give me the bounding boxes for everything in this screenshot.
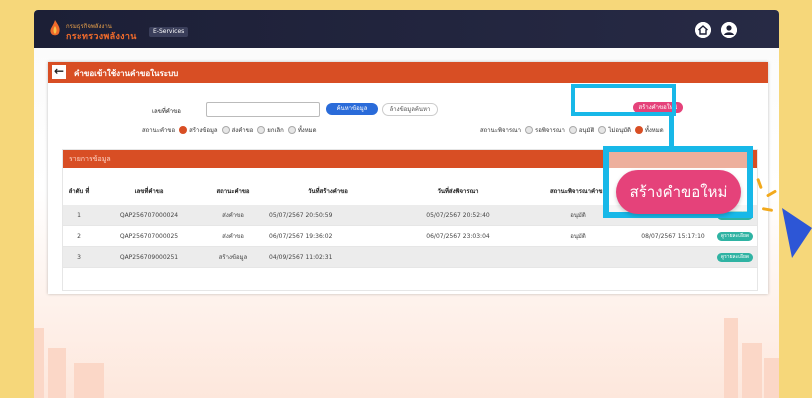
review-option-approved[interactable]: อนุมัติ <box>568 125 595 135</box>
eservices-badge: E-Services <box>149 27 189 37</box>
radio[interactable] <box>568 126 577 134</box>
status-option-label: ยกเลิก <box>267 127 284 134</box>
highlight-box-small <box>571 84 676 116</box>
radio[interactable] <box>598 126 607 134</box>
search-button-label: ค้นหาข้อมูล <box>336 105 368 112</box>
col-header-index: ลำดับ ที่ <box>68 188 90 195</box>
cell-created-date: 05/07/2567 20:50:59 <box>269 211 333 219</box>
cell-sent-date: 05/07/2567 20:52:40 <box>426 211 490 219</box>
cell-status: ส่งคำขอ <box>222 212 244 219</box>
top-navbar: กรมธุรกิจพลังงาน กระทรวงพลังงาน E-Servic… <box>34 10 779 48</box>
review-filter-label: สถานะพิจารณา <box>480 127 521 134</box>
request-no-input[interactable] <box>206 102 320 117</box>
search-button[interactable]: ค้นหาข้อมูล <box>326 103 378 115</box>
review-option-all[interactable]: ทั้งหมด <box>634 125 664 135</box>
cell-index: 1 <box>77 211 81 219</box>
home-icon[interactable] <box>695 22 711 38</box>
clear-search-label: ล้างข้อมูลค้นหา <box>389 106 431 113</box>
create-request-zoomed-button[interactable]: สร้างคำขอใหม่ <box>616 170 741 214</box>
back-arrow-icon[interactable]: ← <box>52 65 66 79</box>
industrial-skyline-decoration <box>34 318 779 398</box>
status-option-sent[interactable]: ส่งคำขอ <box>221 125 254 135</box>
cell-status: สร้างข้อมูล <box>218 254 248 261</box>
view-detail-button[interactable]: ดูรายละเอียด <box>716 231 754 241</box>
cell-request-no: QAP256707000025 <box>119 232 179 240</box>
table-row: 3 QAP256709000251 สร้างข้อมูล 04/09/2567… <box>63 247 757 268</box>
cell-created-date: 06/07/2567 19:36:02 <box>269 232 333 240</box>
cell-review-status: อนุมัติ <box>570 233 586 240</box>
radio[interactable] <box>525 126 533 134</box>
review-option-pending[interactable]: รอพิจารณา <box>525 125 565 135</box>
review-option-label: อนุมัติ <box>578 127 595 134</box>
col-header-status: สถานะคำขอ <box>216 188 250 195</box>
status-option-label: สร้างข้อมูล <box>189 127 218 134</box>
flame-logo-icon <box>50 20 60 36</box>
review-option-label: รอพิจารณา <box>535 127 565 134</box>
status-option-cancelled[interactable]: ยกเลิก <box>257 125 284 135</box>
radio[interactable] <box>257 126 266 134</box>
cell-action: ดูรายละเอียด <box>713 252 757 262</box>
request-no-label: เลขที่คำขอ <box>152 108 181 115</box>
user-profile-icon[interactable] <box>721 22 737 38</box>
status-filter-label: สถานะคำขอ <box>142 127 176 134</box>
request-status-filter: สถานะคำขอ สร้างข้อมูล ส่งคำขอ ยกเลิก ทั้… <box>142 125 317 135</box>
radio-selected[interactable] <box>179 126 188 134</box>
cell-created-date: 04/09/2567 11:02:31 <box>269 253 333 261</box>
radio[interactable] <box>221 126 230 134</box>
status-option-all[interactable]: ทั้งหมด <box>287 125 317 135</box>
col-header-request-no: เลขที่คำขอ <box>134 188 164 195</box>
page-title: คำขอเข้าใช้งานคำขอในระบบ <box>74 69 179 78</box>
review-option-label: ไม่อนุมัติ <box>608 127 631 134</box>
cell-index: 2 <box>77 232 81 240</box>
logo-ministry-text: กระทรวงพลังงาน <box>66 32 137 42</box>
view-detail-button[interactable]: ดูรายละเอียด <box>716 252 754 262</box>
cell-review-date: 08/07/2567 15:17:10 <box>641 232 705 240</box>
col-header-created-date: วันที่สร้างคำขอ <box>308 188 348 195</box>
review-option-rejected[interactable]: ไม่อนุมัติ <box>598 125 631 135</box>
col-header-sent-date: วันที่ส่งพิจารณา <box>437 188 479 195</box>
radio-selected[interactable] <box>634 126 643 134</box>
cursor-arrow-icon <box>782 208 812 258</box>
cell-request-no: QAP256707000024 <box>119 211 179 219</box>
cell-status: ส่งคำขอ <box>222 233 244 240</box>
status-option-label: ส่งคำขอ <box>231 127 254 134</box>
radio[interactable] <box>287 126 296 134</box>
cell-sent-date: 06/07/2567 23:03:04 <box>426 232 490 240</box>
cell-index: 3 <box>77 253 81 261</box>
cell-action: ดูรายละเอียด <box>713 231 757 241</box>
clear-search-button[interactable]: ล้างข้อมูลค้นหา <box>382 103 438 116</box>
status-option-created[interactable]: สร้างข้อมูล <box>179 125 218 135</box>
review-status-filter: สถานะพิจารณา รอพิจารณา อนุมัติ ไม่อนุมัต… <box>480 125 664 135</box>
cell-request-no: QAP256709000251 <box>119 253 179 261</box>
card-header: ← คำขอเข้าใช้งานคำขอในระบบ <box>48 62 768 83</box>
table-row: 2 QAP256707000025 ส่งคำขอ 06/07/2567 19:… <box>63 226 757 247</box>
status-option-label: ทั้งหมด <box>297 127 317 134</box>
review-option-label: ทั้งหมด <box>644 127 664 134</box>
